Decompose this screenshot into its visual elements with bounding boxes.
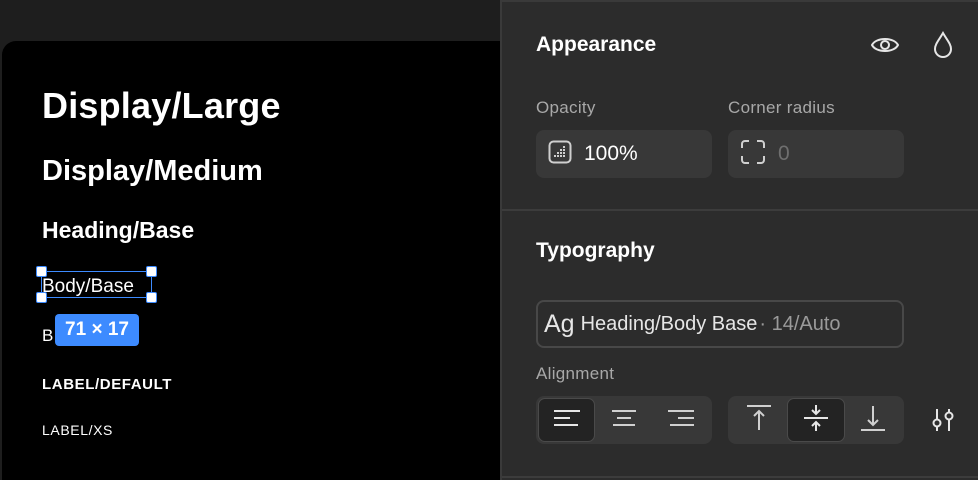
corner-radius-label: Corner radius — [728, 98, 835, 117]
align-bottom-button[interactable] — [845, 398, 902, 442]
align-center-button[interactable] — [595, 398, 652, 442]
text-style-b[interactable]: B — [42, 326, 53, 346]
corner-radius-value[interactable]: 0 — [778, 142, 790, 166]
align-bottom-icon — [858, 403, 888, 438]
appearance-title: Appearance — [536, 33, 657, 56]
section-divider-bottom — [502, 476, 978, 478]
corner-radius-field[interactable]: 0 — [728, 130, 904, 178]
align-middle-icon — [801, 403, 831, 438]
eye-icon[interactable] — [868, 28, 902, 62]
align-middle-button[interactable] — [787, 398, 845, 442]
opacity-value[interactable]: 100% — [584, 142, 638, 166]
opacity-label: Opacity — [536, 98, 596, 117]
text-style-label-xs[interactable]: LABEL/XS — [42, 422, 113, 438]
opacity-icon — [548, 140, 572, 169]
typography-title: Typography — [536, 239, 655, 262]
opacity-field[interactable]: 100% — [536, 130, 712, 178]
selection-size-badge: 71 × 17 — [55, 314, 139, 346]
text-style-display-medium[interactable]: Display/Medium — [42, 155, 263, 188]
artboard[interactable]: Display/Large Display/Medium Heading/Bas… — [2, 41, 522, 480]
sliders-icon[interactable] — [926, 403, 960, 437]
align-top-icon — [744, 403, 774, 438]
text-style-display-large[interactable]: Display/Large — [42, 85, 281, 127]
text-style-field[interactable]: Ag Heading/Body Base · 14/Auto — [536, 300, 904, 348]
inspector-panel: Appearance Opacity Corner radius 100% 0 … — [500, 0, 978, 480]
align-right-icon — [666, 407, 696, 434]
text-style-label-default[interactable]: LABEL/DEFAULT — [42, 376, 172, 393]
text-style-heading-base[interactable]: Heading/Base — [42, 217, 194, 244]
text-style-preview: Ag — [544, 309, 575, 338]
text-style-meta: · 14/Auto — [759, 312, 841, 335]
text-style-body-base[interactable]: Body/Base — [42, 276, 134, 298]
align-right-button[interactable] — [653, 398, 710, 442]
horizontal-alignment-group — [536, 396, 712, 444]
alignment-label: Alignment — [536, 364, 615, 383]
text-style-name: Heading/Body Base — [580, 312, 758, 335]
align-center-icon — [609, 407, 639, 434]
corner-radius-icon — [740, 139, 766, 170]
align-top-button[interactable] — [730, 398, 787, 442]
vertical-alignment-group — [728, 396, 904, 444]
drop-icon[interactable] — [926, 28, 960, 62]
section-divider — [502, 209, 978, 211]
align-left-button[interactable] — [538, 398, 596, 442]
align-left-icon — [552, 407, 582, 434]
